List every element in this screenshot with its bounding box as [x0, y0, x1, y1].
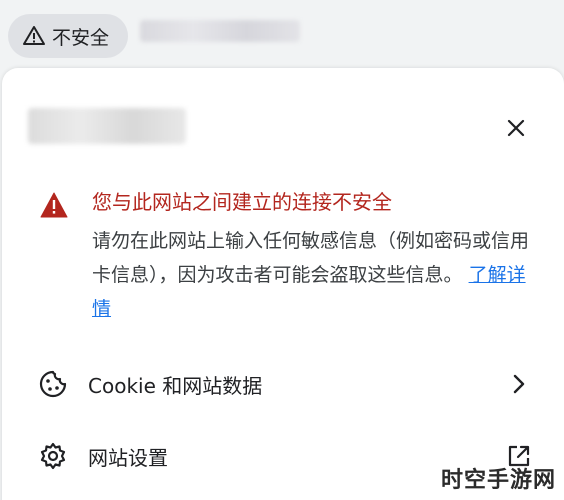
alert-title: 您与此网站之间建立的连接不安全: [92, 190, 392, 214]
security-chip[interactable]: 不安全: [8, 14, 128, 58]
close-button[interactable]: [502, 114, 530, 142]
alert-body-text: 请勿在此网站上输入任何敏感信息（例如密码或信用卡信息），因为攻击者可能会盗取这些…: [92, 230, 530, 286]
alert-body: 请勿在此网站上输入任何敏感信息（例如密码或信用卡信息），因为攻击者可能会盗取这些…: [92, 224, 532, 326]
watermark-text: 时空手游网: [440, 468, 556, 493]
security-chip-label: 不安全: [52, 26, 110, 49]
warning-triangle-icon: [40, 192, 68, 218]
cookie-icon: [39, 370, 67, 398]
chevron-right-icon: [513, 374, 525, 394]
blurred-site-name: [28, 108, 186, 144]
cookie-and-site-data-row[interactable]: Cookie 和网站数据: [2, 356, 564, 412]
site-info-popup: 您与此网站之间建立的连接不安全 请勿在此网站上输入任何敏感信息（例如密码或信用卡…: [2, 68, 564, 500]
site-settings-label: 网站设置: [88, 445, 168, 470]
cookie-row-label: Cookie 和网站数据: [88, 373, 263, 398]
close-icon: [507, 119, 525, 137]
warning-triangle-icon: [23, 26, 45, 45]
gear-icon: [40, 442, 66, 470]
blurred-url[interactable]: [140, 20, 300, 42]
address-bar: 不安全: [0, 0, 564, 72]
